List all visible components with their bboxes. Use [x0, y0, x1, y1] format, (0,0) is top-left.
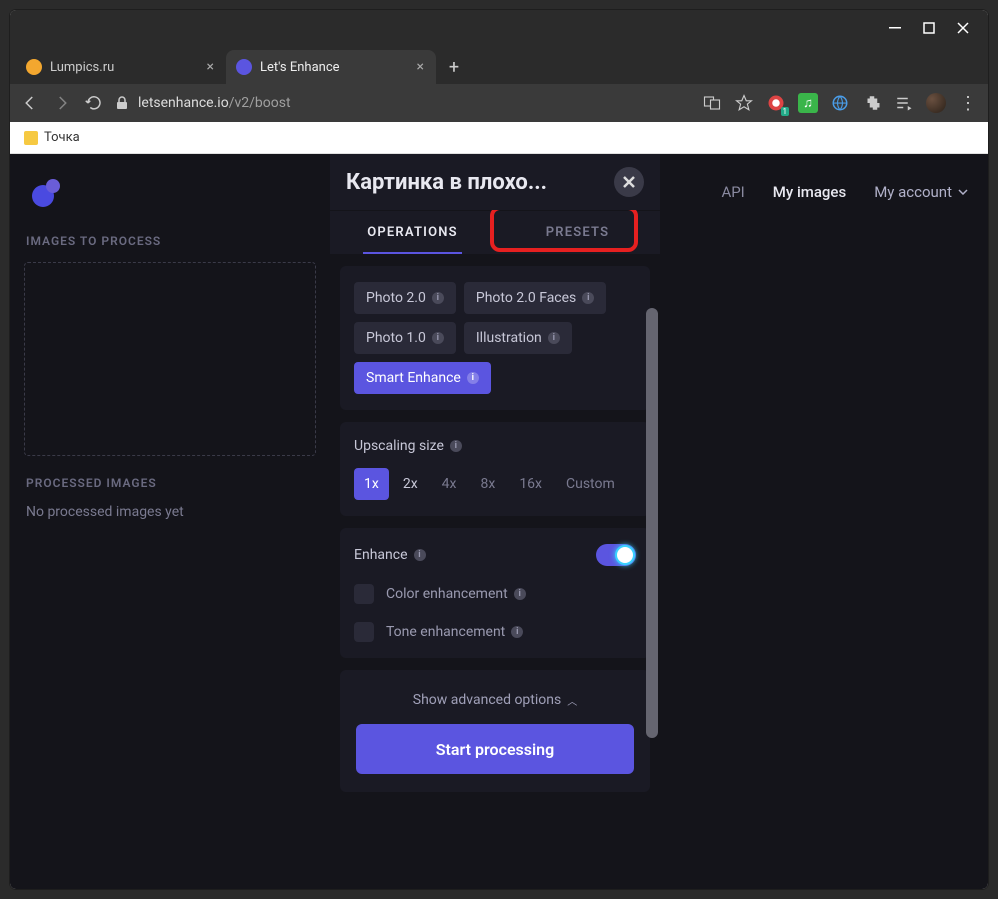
no-processed-text: No processed images yet: [24, 504, 316, 520]
size-8x[interactable]: 8x: [470, 468, 505, 500]
tab-title: Lumpics.ru: [50, 60, 114, 75]
lock-icon: [116, 96, 128, 110]
color-enhancement-checkbox[interactable]: [354, 584, 374, 604]
upload-dropzone[interactable]: [24, 262, 316, 456]
enhance-toggle[interactable]: [596, 544, 636, 566]
info-icon[interactable]: i: [450, 440, 462, 452]
extension-adblock-icon[interactable]: 1: [766, 93, 786, 113]
start-processing-button[interactable]: Start processing: [356, 724, 634, 774]
nav-my-account[interactable]: My account: [874, 183, 968, 201]
tone-enhancement-checkbox[interactable]: [354, 622, 374, 642]
mode-illustration[interactable]: Illustrationi: [464, 322, 572, 354]
browser-tabs: Lumpics.ru × Let's Enhance × +: [10, 46, 988, 84]
info-icon[interactable]: i: [414, 549, 426, 561]
tab-presets[interactable]: PRESETS: [495, 211, 660, 254]
bookmark-item[interactable]: Точка: [24, 130, 80, 145]
panel-title: Картинка в плохо...: [346, 170, 602, 195]
mode-photo-1-0[interactable]: Photo 1.0i: [354, 322, 456, 354]
url-domain: letsenhance.io: [138, 95, 229, 111]
app-logo[interactable]: [32, 179, 62, 207]
size-2x[interactable]: 2x: [393, 468, 428, 500]
menu-button[interactable]: ⋮: [958, 93, 978, 113]
close-window-button[interactable]: [956, 21, 970, 35]
translate-icon[interactable]: [702, 93, 722, 113]
size-1x[interactable]: 1x: [354, 468, 389, 500]
maximize-button[interactable]: [922, 21, 936, 35]
close-tab-button[interactable]: ×: [417, 59, 424, 75]
favicon-icon: [26, 59, 42, 75]
mode-photo-2-0[interactable]: Photo 2.0i: [354, 282, 456, 314]
window-titlebar: [10, 10, 988, 46]
size-16x[interactable]: 16x: [509, 468, 552, 500]
tab-title: Let's Enhance: [260, 60, 340, 75]
section-images-to-process: IMAGES TO PROCESS: [26, 234, 316, 248]
extension-globe-icon[interactable]: [830, 93, 850, 113]
favicon-icon: [236, 59, 252, 75]
size-custom[interactable]: Custom: [556, 468, 625, 500]
browser-tab-active[interactable]: Let's Enhance ×: [226, 50, 436, 84]
size-4x[interactable]: 4x: [432, 468, 467, 500]
browser-toolbar: letsenhance.io/v2/boost 1 ♫ ⋮: [10, 84, 988, 122]
left-sidebar: IMAGES TO PROCESS PROCESSED IMAGES No pr…: [10, 154, 330, 889]
settings-panel: Картинка в плохо... OPERATIONS PRESETS: [330, 154, 660, 889]
enhance-label: Enhancei: [354, 547, 426, 563]
bookmark-star-icon[interactable]: [734, 93, 754, 113]
close-tab-button[interactable]: ×: [207, 59, 214, 75]
minimize-button[interactable]: [888, 21, 902, 35]
mode-photo-2-0-faces[interactable]: Photo 2.0 Facesi: [464, 282, 606, 314]
tone-enhancement-label: Tone enhancementi: [386, 624, 523, 640]
forward-button[interactable]: [52, 93, 72, 113]
bookmarks-bar: Точка: [10, 122, 988, 154]
info-icon[interactable]: i: [511, 626, 523, 638]
panel-tabs: OPERATIONS PRESETS: [330, 210, 660, 254]
address-bar[interactable]: letsenhance.io/v2/boost: [116, 95, 690, 111]
new-tab-button[interactable]: +: [440, 53, 468, 81]
show-advanced-toggle[interactable]: Show advanced options ︿: [354, 692, 636, 708]
url-path: /v2/boost: [229, 95, 291, 111]
browser-tab[interactable]: Lumpics.ru ×: [16, 50, 226, 84]
section-processed-images: PROCESSED IMAGES: [26, 476, 316, 490]
reload-button[interactable]: [84, 93, 104, 113]
folder-icon: [24, 131, 38, 145]
info-icon[interactable]: i: [514, 588, 526, 600]
profile-avatar[interactable]: [926, 93, 946, 113]
nav-api[interactable]: API: [721, 183, 744, 201]
color-enhancement-label: Color enhancementi: [386, 586, 526, 602]
media-control-icon[interactable]: [894, 93, 914, 113]
extension-music-icon[interactable]: ♫: [798, 93, 818, 113]
upscaling-size-label: Upscaling sizei: [354, 438, 636, 454]
extensions-button[interactable]: [862, 93, 882, 113]
mode-smart-enhance[interactable]: Smart Enhancei: [354, 362, 491, 394]
scrollbar[interactable]: [646, 308, 658, 738]
nav-my-images[interactable]: My images: [773, 183, 846, 201]
bookmark-label: Точка: [44, 130, 80, 145]
tab-operations[interactable]: OPERATIONS: [330, 211, 495, 254]
chevron-up-icon: ︿: [567, 693, 577, 708]
close-panel-button[interactable]: [614, 167, 644, 197]
chevron-down-icon: [958, 189, 968, 195]
top-nav: API My images My account: [660, 154, 988, 889]
back-button[interactable]: [20, 93, 40, 113]
